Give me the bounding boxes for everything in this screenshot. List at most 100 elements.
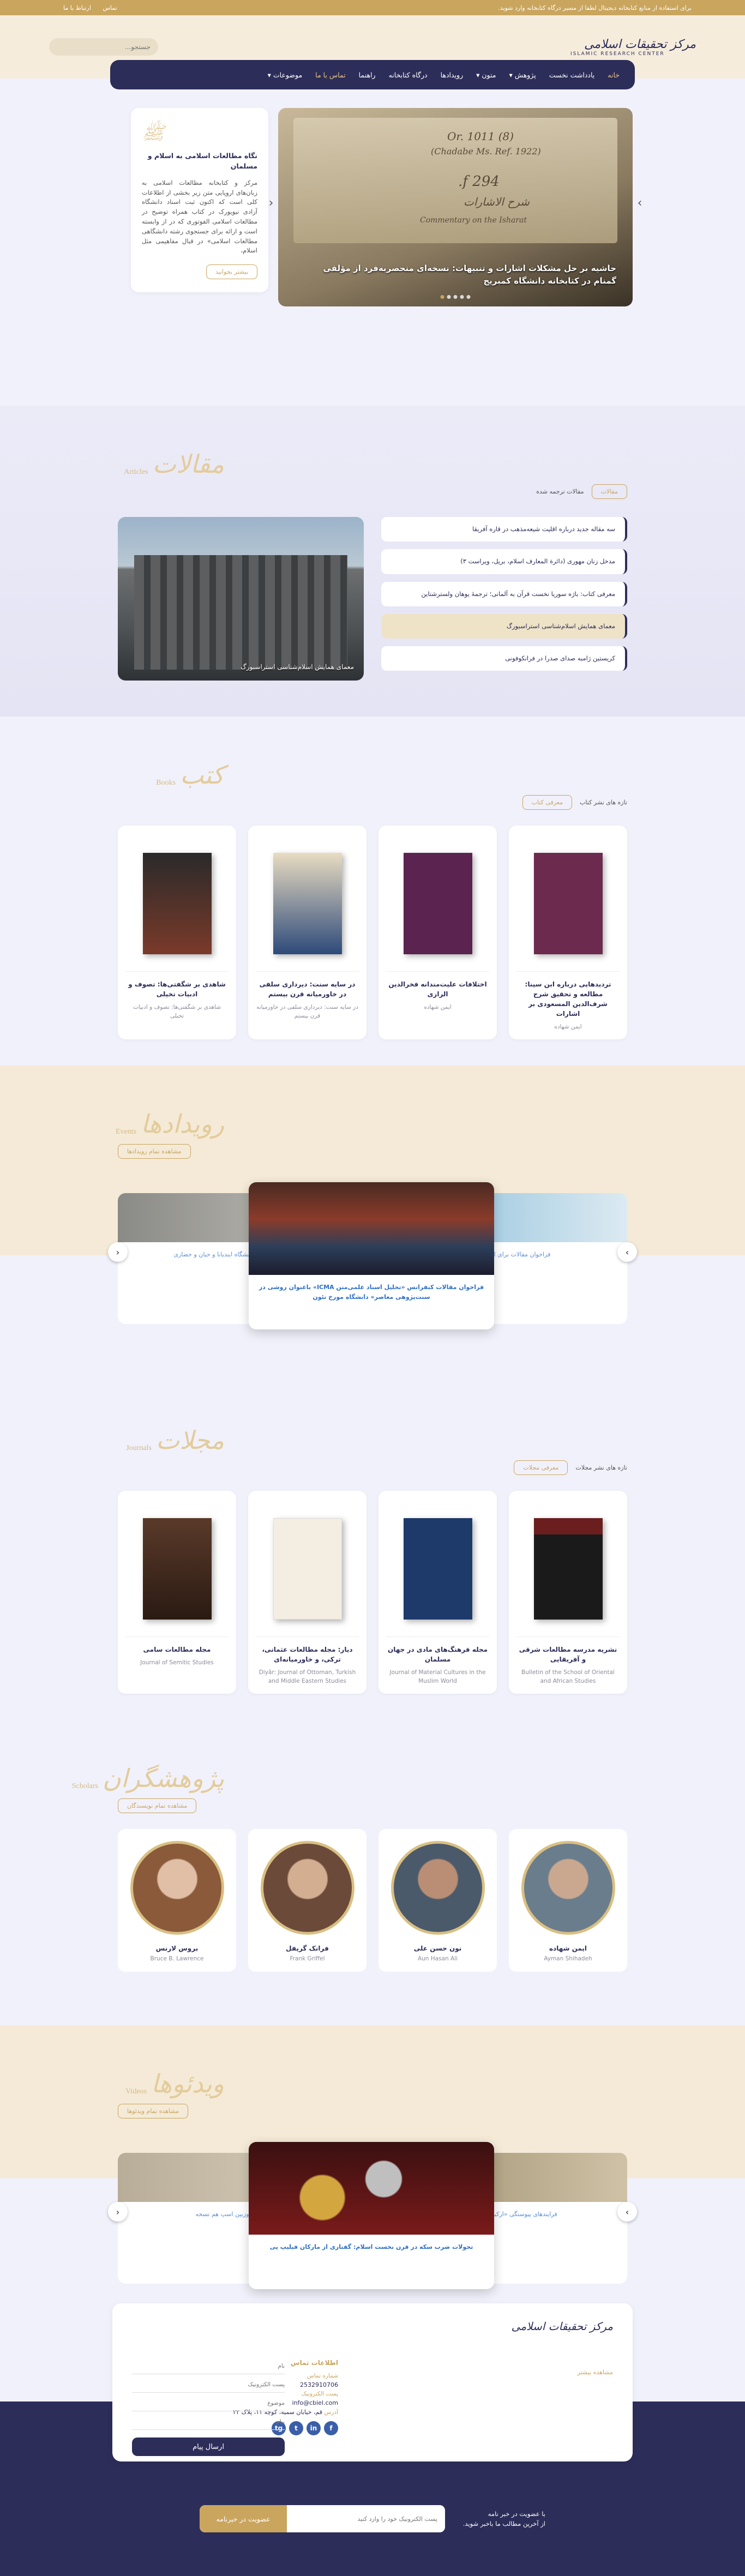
twitter-icon[interactable]: t (289, 2421, 303, 2436)
slider-dot[interactable] (460, 295, 464, 299)
nav-contact[interactable]: تماس با ما (315, 71, 346, 79)
linkedin-icon[interactable]: in (307, 2421, 321, 2436)
book-card[interactable]: در سایه سنت: دیرداری سلفی در خاورمیانه ق… (248, 826, 367, 1039)
article-item[interactable]: کریستین ژامبه صدای صدرا در فرانکوفونی (381, 646, 627, 671)
book-author: ایمن شهاده (554, 1024, 582, 1030)
section-heading: مجلات Journals (0, 1382, 745, 1453)
journal-card[interactable]: مجله مطالعات سامی Journal of Semitic Stud… (118, 1491, 236, 1694)
footer-more-link[interactable]: مشاهده بیشتر (578, 2369, 613, 2376)
slider-dot[interactable] (466, 295, 471, 299)
nav-research[interactable]: پژوهش ▾ (509, 71, 536, 79)
newsletter-email-input[interactable] (287, 2505, 445, 2532)
journal-cover (533, 1518, 603, 1620)
calligraphy-mark: ﷺ (142, 122, 165, 144)
scholars-tag-button[interactable]: مشاهده تمام نویسندگان (118, 1798, 197, 1813)
book-title: در سایه سنت: دیرداری سلفی در خاورمیانه ق… (259, 980, 356, 998)
manuscript-line: شرح الاشارات (464, 195, 530, 208)
section-heading: پژوهشگران Scholars (0, 1720, 745, 1791)
scholar-card[interactable]: فرانک گریفل Frank Griffel (248, 1829, 367, 1972)
books-subtitle: تازه های نشر کتاب (580, 798, 627, 806)
hero-slider-wrap: › Or. 1011 (8) (Chadabe Ms. Ref. 1922) 2… (269, 108, 642, 384)
article-list: سه مقاله جدید درباره اقلیت شیعه‌مذهب در … (381, 517, 627, 681)
intro-text: مرکز و کتابخانه مطالعات اسلامی به زبان‌ه… (142, 178, 257, 255)
article-item[interactable]: سه مقاله جدید درباره اقلیت شیعه‌مذهب در … (381, 517, 627, 542)
top-announcement-bar: برای استفاده از منابع کتابخانه دیجیتال ل… (0, 0, 745, 15)
search-input[interactable] (49, 38, 158, 56)
name-field[interactable] (132, 2358, 285, 2374)
nav-guide[interactable]: راهنما (359, 71, 376, 79)
section-calligraphy: رویدادها (141, 1109, 224, 1139)
scholar-card[interactable]: نون حسن علی Aun Hasan Ali (378, 1829, 497, 1972)
nav-first-note[interactable]: یادداشت نخست (549, 71, 595, 79)
top-link-contact[interactable]: تماس (103, 4, 117, 11)
nav-topics[interactable]: موضوعات ▾ (268, 71, 303, 79)
carousel-next-button[interactable]: › (617, 1242, 637, 1262)
book-card[interactable]: شاهدی بر شگفتی‌ها: تصوف و ادبیات تخیلی شا… (118, 826, 236, 1039)
scholar-card[interactable]: ایمن شهاده Ayman Shihadeh (509, 1829, 627, 1972)
article-item[interactable]: معرفی کتاب: باژه سوریا نخست قرآن به آلما… (381, 581, 627, 606)
book-cover (273, 852, 342, 954)
slider-dot-active[interactable] (440, 295, 444, 299)
read-more-button[interactable]: بیشتر بخوانید (206, 264, 257, 279)
facebook-icon[interactable]: f (324, 2421, 338, 2436)
books-tag-button[interactable]: معرفی کتاب (522, 795, 573, 810)
hero-slider[interactable]: Or. 1011 (8) (Chadabe Ms. Ref. 1922) 294… (278, 108, 633, 306)
article-item-selected[interactable]: معمای همایش اسلام‌شناسی استراسبورگ (381, 613, 627, 639)
nav-home[interactable]: خانه (608, 71, 620, 79)
section-subrow: مشاهده تمام نویسندگان (0, 1796, 745, 1815)
book-title: اختلافات علیت‌مندانه فخرالدین الرازی (388, 980, 487, 998)
top-link-about[interactable]: ارتباط با ما (63, 4, 91, 11)
nav-texts[interactable]: متون ▾ (476, 71, 496, 79)
avatar (521, 1841, 615, 1935)
article-featured-image[interactable]: معمای همایش اسلام‌شناسی استراسبورگ (118, 517, 364, 681)
book-card[interactable]: تردیدهایی درباره ابن سینا: مطالعه و تحقی… (509, 826, 627, 1039)
manuscript-line: (Chadabe Ms. Ref. 1922) (431, 146, 541, 157)
section-calligraphy: مجلات (155, 1425, 224, 1455)
slider-next-arrow[interactable]: › (634, 197, 646, 209)
scholar-name: فرانک گریفل (286, 1945, 329, 1952)
nav-library-portal[interactable]: درگاه کتابخانه (389, 71, 428, 79)
section-english-title: Videos (125, 2087, 147, 2096)
carousel-next-button[interactable]: › (617, 2202, 637, 2222)
manuscript-line: Commentary on the Isharat (420, 216, 527, 225)
avatar (130, 1841, 224, 1935)
journal-card[interactable]: نشریه مدرسه مطالعات شرقی و آفریقایی Bulle… (509, 1491, 627, 1694)
book-author: در سایه سنت: دیرداری سلفی در خاورمیانه ق… (256, 1004, 358, 1019)
newsletter-subtitle: از آخرین مطالب ما باخبر شوید. (462, 2520, 545, 2527)
send-message-button[interactable]: ارسال پیام (132, 2437, 285, 2456)
subject-field[interactable] (132, 2395, 285, 2411)
hero-section: › Or. 1011 (8) (Chadabe Ms. Ref. 1922) 2… (0, 79, 745, 384)
section-subrow: تازه های نشر مجلات معرفی مجلات (0, 1458, 745, 1477)
scholar-english-name: Aun Hasan Ali (417, 1955, 458, 1962)
event-card-active[interactable]: فراخوان مقالات کنفرانس «تحلیل اسناد علمی… (249, 1182, 494, 1329)
book-card[interactable]: اختلافات علیت‌مندانه فخرالدین الرازی ایمن… (378, 826, 497, 1039)
message-field[interactable] (132, 2414, 285, 2430)
newsletter-subscribe-button[interactable]: عضویت در خبرنامه (200, 2505, 287, 2532)
scholar-english-name: Ayman Shihadeh (544, 1955, 592, 1962)
slide-caption[interactable]: حاشیه بر حل مشکلات اشارات و تنبیهات: نسخ… (300, 262, 616, 287)
book-author: ایمن شهاده (424, 1004, 452, 1010)
email-field[interactable] (132, 2376, 285, 2393)
scholar-card[interactable]: بروس لارنس Bruce B. Lawrence (118, 1829, 236, 1972)
carousel-prev-button[interactable]: ‹ (108, 2202, 128, 2222)
journal-card[interactable]: مجله فرهنگ‌های مادی در جهان مسلمان Journa… (378, 1491, 497, 1694)
newsletter-title: با عضویت در خبر نامه (488, 2509, 545, 2518)
journals-tag-button[interactable]: معرفی مجلات (514, 1460, 568, 1475)
scholar-name: نون حسن علی (413, 1945, 462, 1952)
videos-section: ویدئوها Videos مشاهده تمام ویدئوها فراین… (0, 2025, 745, 2303)
slider-dot[interactable] (453, 295, 458, 299)
top-links: تماس ارتباط با ما (53, 4, 117, 11)
carousel-prev-button[interactable]: ‹ (108, 1242, 128, 1262)
article-item[interactable]: مدخل زنان مهوری (دائرة المعارف اسلام، بر… (381, 549, 627, 574)
videos-tag-button[interactable]: مشاهده تمام ویدئوها (118, 2103, 189, 2118)
journal-title: مجله فرهنگ‌های مادی در جهان مسلمان (387, 1646, 488, 1663)
events-tag-button[interactable]: مشاهده تمام رویدادها (118, 1143, 191, 1159)
footer-logo[interactable]: مرکز تحقیقات اسلامی (493, 2320, 613, 2333)
slider-dot[interactable] (447, 295, 451, 299)
journal-title: نشریه مدرسه مطالعات شرقی و آفریقایی (519, 1646, 617, 1663)
site-logo[interactable]: مرکز تحقیقات اسلامی ISLAMIC RESEARCH CEN… (570, 31, 696, 63)
articles-tag-button[interactable]: مقالات (591, 484, 627, 499)
video-card-active[interactable]: تحولات ضرب سکه در قرن نخست اسلام: گفتاری… (249, 2142, 494, 2289)
journal-card[interactable]: دیار: مجله مطالعات عثمانی، ترکی، و خاورم… (248, 1491, 367, 1694)
nav-events[interactable]: رویدادها (441, 71, 464, 79)
